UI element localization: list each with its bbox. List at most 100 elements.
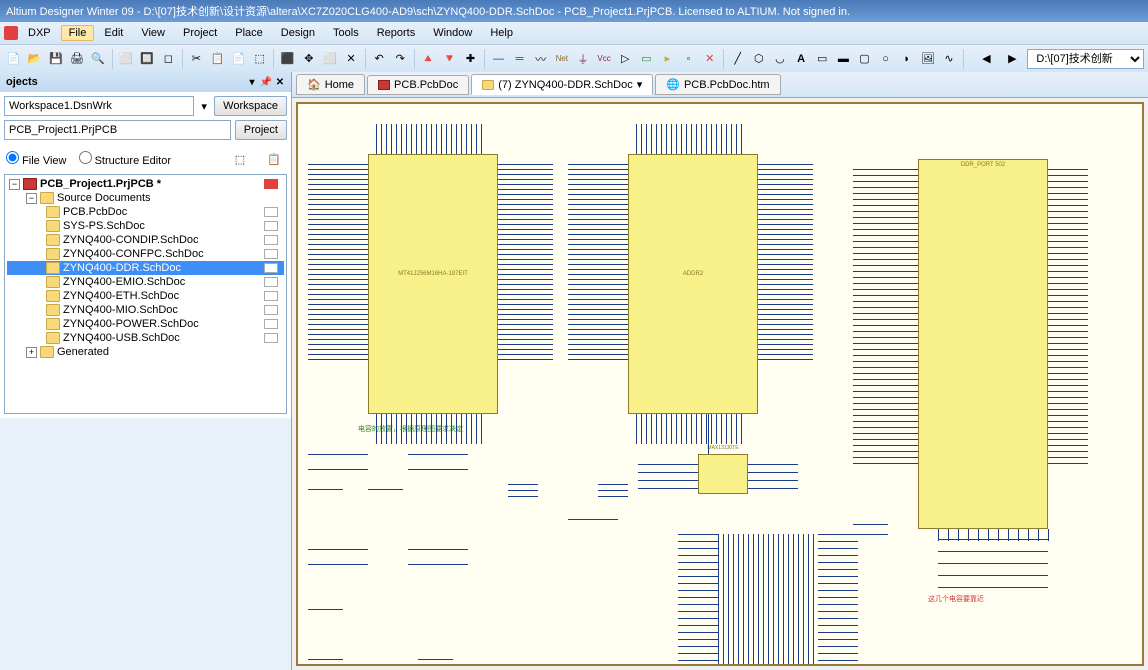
tree-doc-item[interactable]: PCB.PcbDoc	[7, 205, 284, 219]
menu-view[interactable]: View	[133, 25, 173, 41]
tree-source[interactable]: − Source Documents	[7, 191, 284, 205]
menu-place[interactable]: Place	[227, 25, 271, 41]
dropdown-icon[interactable]: ▾	[637, 78, 643, 91]
menu-project[interactable]: Project	[175, 25, 225, 41]
hierarchy-icon[interactable]: 🔺	[419, 48, 438, 70]
line-icon[interactable]: ╱	[728, 48, 747, 70]
open-icon[interactable]: 📂	[25, 48, 44, 70]
zoom-area-icon[interactable]: 🔲	[138, 48, 157, 70]
copy-icon[interactable]: 📋	[208, 48, 227, 70]
tree-doc-item[interactable]: ZYNQ400-POWER.SchDoc	[7, 317, 284, 331]
bus-icon[interactable]: ═	[510, 48, 529, 70]
pcb-icon	[378, 80, 390, 90]
tree-doc-item[interactable]: ZYNQ400-EMIO.SchDoc	[7, 275, 284, 289]
paste-icon[interactable]: 📄	[229, 48, 248, 70]
tab-zynq-ddr[interactable]: (7) ZYNQ400-DDR.SchDoc▾	[471, 74, 653, 95]
tree-root[interactable]: − PCB_Project1.PrjPCB *	[7, 177, 284, 191]
ddr-chip-1[interactable]: MT41J256M16HA-187EIT	[368, 154, 498, 414]
tree-opt2-icon[interactable]: 📋	[263, 148, 285, 170]
tree-doc-item[interactable]: ZYNQ400-USB.SchDoc	[7, 331, 284, 345]
tree-doc-item[interactable]: ZYNQ400-ETH.SchDoc	[7, 289, 284, 303]
path-dropdown[interactable]: D:\[07]技术创新	[1027, 49, 1144, 69]
nav-back-icon[interactable]: ◀	[975, 48, 997, 70]
vcc-icon[interactable]: Vcc	[595, 48, 614, 70]
ddr-port-chip[interactable]: DDR_PORT 502	[918, 159, 1048, 529]
save-icon[interactable]: 💾	[46, 48, 65, 70]
redo-icon[interactable]: ↷	[391, 48, 410, 70]
rubber-icon[interactable]: ⬚	[250, 48, 269, 70]
tree-opt1-icon[interactable]: ⬚	[229, 148, 251, 170]
move-icon[interactable]: ✥	[299, 48, 318, 70]
menu-edit[interactable]: Edit	[96, 25, 131, 41]
image-icon[interactable]: 🖼	[918, 48, 937, 70]
dropdown-icon[interactable]: ▾	[198, 100, 210, 113]
file-view-radio[interactable]: File View	[6, 151, 67, 167]
rect-icon[interactable]: ▬	[834, 48, 853, 70]
tab-htm[interactable]: 🌐PCB.PcbDoc.htm	[655, 74, 780, 95]
part-icon[interactable]: ▷	[616, 48, 635, 70]
tree-doc-item[interactable]: ZYNQ400-CONFPC.SchDoc	[7, 247, 284, 261]
print-icon[interactable]: 🖨	[67, 48, 86, 70]
round-icon[interactable]: ▢	[855, 48, 874, 70]
noerc-icon[interactable]: ✕	[700, 48, 719, 70]
panel-pin-icon[interactable]: 📌	[261, 77, 271, 87]
workspace-input[interactable]	[4, 96, 194, 116]
zoom-fit-icon[interactable]: ⬜	[117, 48, 136, 70]
cross-icon[interactable]: ✚	[461, 48, 480, 70]
tab-pcb[interactable]: PCB.PcbDoc	[367, 75, 469, 95]
menu-tools[interactable]: Tools	[325, 25, 367, 41]
net-icon[interactable]: Net	[552, 48, 571, 70]
menu-dxp[interactable]: DXP	[20, 25, 59, 41]
schematic-canvas[interactable]: MT41J256M16HA-187EIT ADDR2 DDR_PORT 502 …	[296, 102, 1144, 666]
regulator-chip[interactable]: MAX13130TE	[698, 454, 748, 494]
sheet-icon[interactable]: 🔻	[440, 48, 459, 70]
menu-window[interactable]: Window	[425, 25, 480, 41]
status-icon	[264, 179, 278, 189]
signal-icon[interactable]: 〰	[531, 48, 550, 70]
clear-icon[interactable]: ✕	[342, 48, 361, 70]
workspace-button[interactable]: Workspace	[214, 96, 287, 116]
sheet-symbol-icon[interactable]: ▭	[637, 48, 656, 70]
pie-icon[interactable]: ◗	[897, 48, 916, 70]
project-input[interactable]	[4, 120, 231, 140]
collapse-icon[interactable]: −	[26, 193, 37, 204]
new-icon[interactable]: 📄	[4, 48, 23, 70]
port-icon[interactable]: ▸	[658, 48, 677, 70]
title-bar: Altium Designer Winter 09 - D:\[07]技术创新\…	[0, 0, 1148, 22]
collapse-icon[interactable]: −	[9, 179, 20, 190]
menu-reports[interactable]: Reports	[369, 25, 424, 41]
nav-fwd-icon[interactable]: ▶	[1001, 48, 1023, 70]
menu-design[interactable]: Design	[273, 25, 323, 41]
select-icon[interactable]: ⬛	[278, 48, 297, 70]
text-icon[interactable]: A	[792, 48, 811, 70]
tree-doc-item[interactable]: ZYNQ400-CONDIP.SchDoc	[7, 233, 284, 247]
panel-close-icon[interactable]: ✕	[275, 77, 285, 87]
cut-icon[interactable]: ✂	[187, 48, 206, 70]
bezier-icon[interactable]: ∿	[939, 48, 958, 70]
polygon-icon[interactable]: ⬡	[749, 48, 768, 70]
expand-icon[interactable]: +	[26, 347, 37, 358]
menu-file[interactable]: File	[61, 25, 95, 41]
project-tree[interactable]: − PCB_Project1.PrjPCB * − Source Documen…	[4, 174, 287, 414]
ddr-chip-2[interactable]: ADDR2	[628, 154, 758, 414]
junction-icon[interactable]: ◦	[679, 48, 698, 70]
structure-radio[interactable]: Structure Editor	[79, 151, 171, 167]
panel-menu-icon[interactable]: ▾	[247, 77, 257, 87]
tree-doc-item[interactable]: SYS-PS.SchDoc	[7, 219, 284, 233]
power-icon[interactable]: ⏚	[573, 48, 592, 70]
preview-icon[interactable]: 🔍	[89, 48, 108, 70]
tree-doc-item[interactable]: ZYNQ400-DDR.SchDoc	[7, 261, 284, 275]
tree-generated[interactable]: + Generated	[7, 345, 284, 359]
tree-doc-item[interactable]: ZYNQ400-MIO.SchDoc	[7, 303, 284, 317]
status-icon	[264, 263, 278, 273]
project-button[interactable]: Project	[235, 120, 287, 140]
zoom-select-icon[interactable]: ◻	[159, 48, 178, 70]
arc-icon[interactable]: ◡	[770, 48, 789, 70]
wire-icon[interactable]: —	[489, 48, 508, 70]
frame-icon[interactable]: ▭	[813, 48, 832, 70]
deselect-icon[interactable]: ⬜	[320, 48, 339, 70]
tab-home[interactable]: 🏠Home	[296, 74, 365, 95]
menu-help[interactable]: Help	[482, 25, 521, 41]
undo-icon[interactable]: ↶	[370, 48, 389, 70]
ellipse-icon[interactable]: ○	[876, 48, 895, 70]
